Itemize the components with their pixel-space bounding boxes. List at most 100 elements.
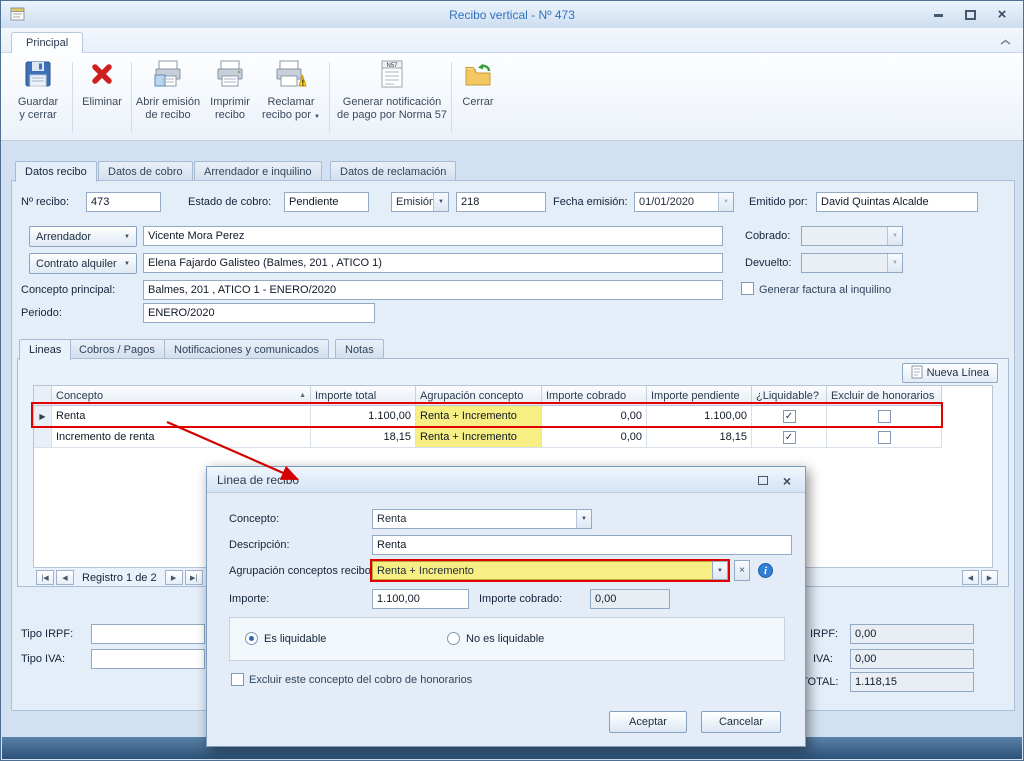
subtab-cobros-pagos[interactable]: Cobros / Pagos [69, 339, 165, 359]
dialog-agrupacion-value[interactable]: Renta + Incremento [372, 561, 712, 580]
nav-next-icon[interactable]: ▶ [165, 570, 183, 585]
emitido-por-input[interactable]: David Quintas Alcalde [816, 192, 978, 212]
cell-importe-cobrado[interactable]: 0,00 [542, 406, 647, 427]
norma57-button[interactable]: N57 Generar notificación de pago por Nor… [335, 58, 449, 136]
scroll-left-icon[interactable]: ◀ [962, 570, 979, 585]
total-value: 1.118,15 [850, 672, 974, 692]
no-es-liquidable-radio[interactable] [447, 632, 460, 645]
contrato-dropdown-button[interactable]: Contrato alquiler ▼ [29, 253, 137, 274]
checked-checkbox[interactable]: ✓ [783, 431, 796, 444]
window-title: Recibo vertical - Nº 473 [1, 8, 1023, 22]
column-header-importe-pendiente[interactable]: Importe pendiente [647, 386, 752, 406]
save-close-button[interactable]: Guardar y cerrar [9, 58, 67, 136]
dialog-agrupacion-field[interactable]: Renta + Incremento ▼ [370, 559, 730, 582]
emision-combo-value: Emisión [392, 193, 433, 211]
cell-excluir [827, 427, 942, 448]
cancelar-button[interactable]: Cancelar [701, 711, 781, 733]
dialog-concepto-combo[interactable]: Renta ▼ [372, 509, 592, 529]
emision-num-input[interactable]: 218 [456, 192, 546, 212]
subtab-notificaciones[interactable]: Notificaciones y comunicados [164, 339, 329, 359]
dialog-importe-input[interactable]: 1.100,00 [372, 589, 469, 609]
chevron-down-icon: ▼ [124, 234, 130, 240]
num-recibo-input[interactable]: 473 [86, 192, 161, 212]
table-row[interactable]: ▶ Renta 1.100,00 Renta + Incremento 0,00… [34, 406, 942, 427]
tab-principal[interactable]: Principal [11, 32, 83, 54]
generar-factura-label: Generar factura al inquilino [759, 284, 891, 296]
new-line-button[interactable]: Nueva Línea [902, 363, 998, 383]
tab-arrendador-inquilino[interactable]: Arrendador e inquilino [194, 161, 322, 181]
cobrado-combo[interactable]: ▼ [801, 226, 903, 246]
cell-importe-pendiente[interactable]: 1.100,00 [647, 406, 752, 427]
generar-factura-checkbox[interactable] [741, 282, 754, 295]
column-header-excluir[interactable]: Excluir de honorarios [827, 386, 942, 406]
dialog-title-bar[interactable]: Linea de recibo [207, 467, 805, 493]
dialog-maximize-button[interactable] [755, 473, 771, 488]
concepto-principal-input[interactable]: Balmes, 201 , ATICO 1 - ENERO/2020 [143, 280, 723, 300]
es-liquidable-radio[interactable] [245, 632, 258, 645]
subtab-notas[interactable]: Notas [335, 339, 384, 359]
cell-agrupacion[interactable]: Renta + Incremento [416, 406, 542, 427]
devuelto-label: Devuelto: [745, 257, 791, 269]
column-header-liquidable[interactable]: ¿Liquidable? [752, 386, 827, 406]
maximize-button[interactable] [961, 7, 979, 23]
info-icon[interactable]: i [758, 563, 773, 578]
tab-datos-de-cobro[interactable]: Datos de cobro [98, 161, 193, 181]
emision-combo[interactable]: Emisión ▼ [391, 192, 449, 212]
dialog-close-button[interactable]: × [779, 473, 795, 488]
ribbon-tab-row: Principal [1, 28, 1023, 53]
print-receipt-button[interactable]: Imprimir recibo [203, 58, 257, 136]
chevron-down-icon[interactable]: ▼ [576, 510, 591, 528]
column-header-concepto[interactable]: Concepto ▲ [52, 386, 311, 406]
cell-importe-pendiente[interactable]: 18,15 [647, 427, 752, 448]
column-header-importe-cobrado[interactable]: Importe cobrado [542, 386, 647, 406]
minimize-button[interactable] [929, 7, 947, 23]
close-button[interactable]: × [993, 7, 1011, 23]
button-label: recibo por [262, 109, 311, 121]
estado-cobro-input[interactable]: Pendiente [284, 192, 369, 212]
column-header-agrupacion[interactable]: Agrupación concepto [416, 386, 542, 406]
cell-concepto[interactable]: Renta [52, 406, 311, 427]
chevron-down-icon[interactable]: ▼ [433, 193, 448, 211]
checked-checkbox[interactable]: ✓ [783, 410, 796, 423]
concepto-principal-label: Concepto principal: [21, 284, 115, 296]
minimize-icon [934, 14, 943, 17]
close-form-button[interactable]: Cerrar [455, 58, 501, 136]
scroll-right-icon[interactable]: ▶ [981, 570, 998, 585]
cell-agrupacion[interactable]: Renta + Incremento [416, 427, 542, 448]
nav-last-icon[interactable]: ▶| [185, 570, 203, 585]
arrendador-dropdown-button[interactable]: Arrendador ▼ [29, 226, 137, 247]
button-label: Reclamar [267, 96, 314, 108]
tipo-iva-input[interactable] [91, 649, 205, 669]
nav-prev-icon[interactable]: ◀ [56, 570, 74, 585]
cell-importe-total[interactable]: 1.100,00 [311, 406, 416, 427]
chevron-down-icon: ▼ [124, 261, 130, 267]
collapse-ribbon-icon[interactable] [1000, 37, 1011, 49]
arrendador-input[interactable]: Vicente Mora Perez [143, 226, 723, 246]
aceptar-button[interactable]: Aceptar [609, 711, 687, 733]
nav-first-icon[interactable]: |◀ [36, 570, 54, 585]
unchecked-checkbox[interactable] [878, 431, 891, 444]
column-header-importe-total[interactable]: Importe total [311, 386, 416, 406]
button-label: Cerrar [462, 96, 493, 108]
fecha-emision-input[interactable]: 01/01/2020 ▼ [634, 192, 734, 212]
tab-datos-reclamacion[interactable]: Datos de reclamación [330, 161, 456, 181]
unchecked-checkbox[interactable] [878, 410, 891, 423]
delete-button[interactable]: Eliminar [77, 58, 127, 136]
dialog-descripcion-input[interactable]: Renta [372, 535, 792, 555]
cell-importe-total[interactable]: 18,15 [311, 427, 416, 448]
tipo-irpf-input[interactable] [91, 624, 205, 644]
table-row[interactable]: Incremento de renta 18,15 Renta + Increm… [34, 427, 942, 448]
cell-concepto[interactable]: Incremento de renta [52, 427, 311, 448]
clear-field-button[interactable]: × [734, 560, 750, 581]
open-issue-button[interactable]: Abrir emisión de recibo [135, 58, 201, 136]
periodo-input[interactable]: ENERO/2020 [143, 303, 375, 323]
cell-importe-cobrado[interactable]: 0,00 [542, 427, 647, 448]
excluir-honorarios-checkbox[interactable] [231, 673, 244, 686]
chevron-down-icon[interactable]: ▼ [718, 193, 733, 211]
tab-datos-recibo[interactable]: Datos recibo [15, 161, 97, 182]
contrato-input[interactable]: Elena Fajardo Galisteo (Balmes, 201 , AT… [143, 253, 723, 273]
chevron-down-icon[interactable]: ▼ [712, 561, 728, 580]
devuelto-combo[interactable]: ▼ [801, 253, 903, 273]
subtab-lineas[interactable]: Lineas [19, 339, 71, 360]
claim-receipt-button[interactable]: Reclamar recibo por ▼ [259, 58, 323, 136]
